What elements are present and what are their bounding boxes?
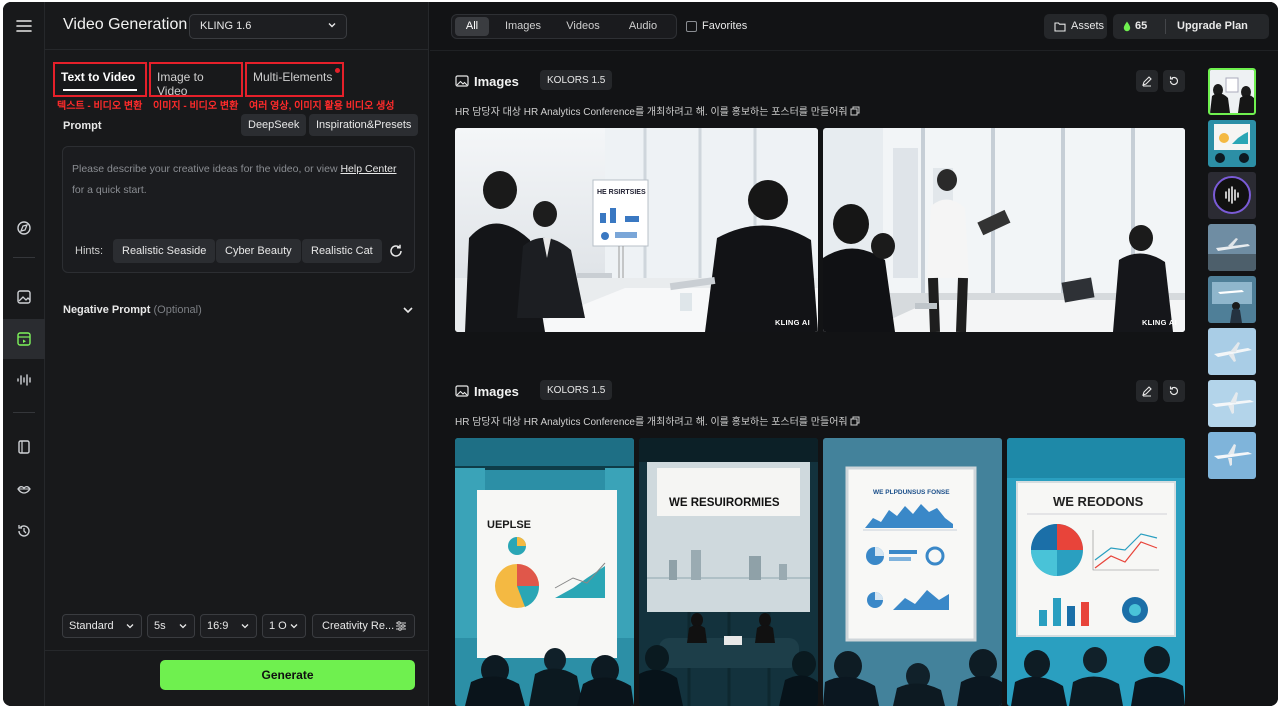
poster-title: WE PLPDUNSUS FONSE [873,489,950,496]
count-select[interactable]: 1 O [262,614,306,638]
edit-icon[interactable] [1136,380,1158,402]
copy-icon[interactable] [850,416,860,426]
filter-videos[interactable]: Videos [559,17,607,36]
history-icon[interactable] [3,511,45,551]
panel-header: Video Generation KLING 1.6 [45,2,429,50]
generated-image[interactable]: WE PLPDUNSUS FONSE [823,438,1002,706]
regenerate-icon[interactable] [1163,380,1185,402]
video-icon[interactable] [3,319,45,359]
generated-image[interactable]: WE RESUIRORMIES [639,438,818,706]
tab-label: Image to Video [157,70,204,98]
sliders-icon [395,620,407,635]
poster-title: WE REODONS [1053,494,1144,509]
poster-title: WE RESUIRORMIES [669,497,780,509]
chevron-down-icon [124,620,136,635]
icon-rail [3,2,45,706]
section-title: Images [474,74,519,89]
page-title: Video Generation [63,16,188,33]
board-text: HE RSIRTSIES [597,189,646,196]
thumbnail[interactable] [1208,276,1256,323]
tab-image-to-video[interactable]: Image to Video [151,62,241,98]
thumbnail[interactable] [1208,432,1256,479]
assets-button[interactable]: Assets [1044,14,1107,39]
watermark: KLING AI [1141,318,1177,327]
results-area: All Images Videos Audio Favorites Assets… [430,2,1278,706]
prompt-description: HR 담당자 대상 HR Analytics Conference를 개최하려고… [455,413,860,428]
folder-icon [1054,21,1066,35]
thumbnail[interactable] [1208,224,1256,271]
chevron-down-icon [177,620,189,635]
image-icon[interactable] [3,277,45,317]
generated-image[interactable]: UEPLSE [455,438,634,706]
image-icon [455,74,469,87]
hint-chip[interactable]: Realistic Seaside [113,239,216,263]
ratio-select[interactable]: 16:9 [200,614,257,638]
model-select[interactable]: KLING 1.6 [189,14,347,39]
prompt-placeholder: Please describe your creative ideas for … [72,163,397,196]
audio-icon[interactable] [3,360,45,400]
tab-label: Multi-Elements [253,70,333,84]
credits-bar: 65 Upgrade Plan [1113,14,1269,39]
prompt-input[interactable]: Please describe your creative ideas for … [62,146,415,273]
favorites-checkbox[interactable] [686,21,697,32]
prompt-label: Prompt [63,120,102,132]
deepseek-button[interactable]: DeepSeek [241,114,307,136]
annotation-label: 이미지 - 비디오 변환 [153,101,239,112]
hint-chip[interactable]: Realistic Cat [302,239,382,263]
duration-select[interactable]: 5s [147,614,195,638]
tab-label: Text to Video [61,70,136,84]
chevron-down-icon [239,620,251,635]
tab-text-to-video[interactable]: Text to Video [55,62,145,95]
chevron-down-icon[interactable] [401,303,415,322]
hints-label: Hints: [75,245,104,257]
inspiration-presets-button[interactable]: Inspiration&Presets [309,114,419,136]
annotation-label: 텍스트 - 비디오 변환 [57,101,143,112]
notification-dot [335,68,340,73]
model-badge: KOLORS 1.5 [540,380,613,400]
creation-panel: Video Generation KLING 1.6 Text to Video… [45,2,429,706]
filter-audio[interactable]: Audio [618,17,668,36]
creativity-select[interactable]: Creativity Re... [312,614,415,638]
filter-all[interactable]: All [455,17,489,36]
thumbnail[interactable] [1208,120,1256,167]
hint-chip[interactable]: Cyber Beauty [216,239,301,263]
model-select-value: KLING 1.6 [200,20,252,32]
help-center-link[interactable]: Help Center [340,163,396,175]
annotation-label: 여러 영상, 이미지 활용 비디오 생성 [249,101,395,112]
favorites-label: Favorites [702,20,748,32]
generated-image[interactable]: KLING AI [823,128,1185,332]
book-icon[interactable] [3,427,45,467]
chevron-down-icon [288,620,300,635]
poster-title: UEPLSE [487,519,531,531]
thumbnail[interactable] [1208,328,1256,375]
copy-icon[interactable] [850,106,860,116]
negative-prompt-toggle[interactable]: Negative Prompt (Optional) [63,304,202,316]
menu-icon[interactable] [3,6,45,46]
filter-tabs: All Images Videos Audio [451,14,677,39]
image-icon [455,384,469,397]
filter-images[interactable]: Images [498,17,548,36]
thumbnail[interactable] [1208,172,1256,219]
thumbnail[interactable] [1208,68,1256,115]
credit-count: 65 [1135,20,1148,32]
lips-icon[interactable] [3,469,45,509]
credit-drop-icon [1123,21,1131,32]
watermark: KLING AI [774,318,810,327]
section-title: Images [474,384,519,399]
tab-multi-elements[interactable]: Multi-Elements [247,62,342,95]
regenerate-icon[interactable] [1163,70,1185,92]
thumbnail[interactable] [1208,380,1256,427]
model-badge: KOLORS 1.5 [540,70,613,90]
mode-select[interactable]: Standard [62,614,142,638]
refresh-icon[interactable] [388,243,404,259]
upgrade-plan-button[interactable]: Upgrade Plan [1177,20,1248,32]
prompt-description: HR 담당자 대상 HR Analytics Conference를 개최하려고… [455,103,860,118]
generate-button[interactable]: Generate [160,660,415,690]
generated-image[interactable]: WE REODONS [1007,438,1185,706]
generated-image[interactable]: HE RSIRTSIES KLING AI [455,128,818,332]
edit-icon[interactable] [1136,70,1158,92]
app-window: Video Generation KLING 1.6 Text to Video… [3,2,1278,706]
explore-icon[interactable] [3,208,45,248]
chevron-down-icon [326,19,338,34]
